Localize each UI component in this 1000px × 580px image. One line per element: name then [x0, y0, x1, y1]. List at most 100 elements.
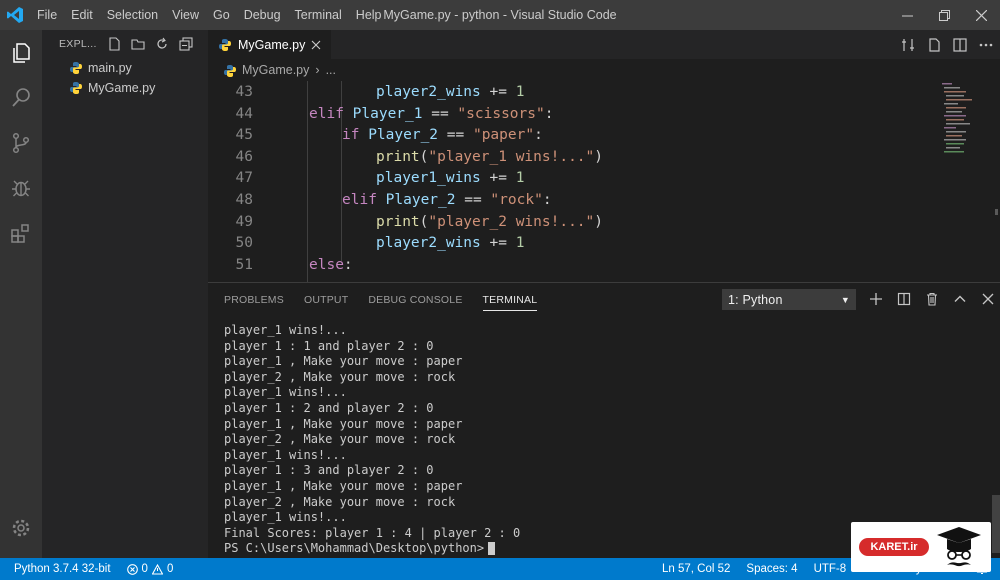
- line-number: 50: [235, 235, 253, 252]
- python-icon: [70, 82, 82, 94]
- code-editor[interactable]: 43 player2_wins += 1 44 elif Player_1 ==…: [208, 81, 1000, 282]
- code-line: 43 player2_wins += 1: [208, 82, 525, 104]
- line-number: 43: [235, 84, 253, 100]
- menu-debug[interactable]: Debug: [237, 0, 288, 30]
- warning-icon: [151, 563, 163, 575]
- new-terminal-button[interactable]: [868, 289, 884, 309]
- new-folder-icon[interactable]: [131, 37, 145, 51]
- line-text: print("player_2 wins!..."): [376, 213, 603, 230]
- terminal-select[interactable]: 1: Python ▼: [722, 289, 856, 310]
- menu-go[interactable]: Go: [206, 0, 237, 30]
- collapse-all-icon[interactable]: [179, 37, 193, 51]
- terminal-output[interactable]: player_1 wins!... player 1 : 1 and playe…: [224, 323, 520, 557]
- python-icon: [224, 64, 236, 77]
- error-icon: [126, 563, 138, 575]
- menu-edit[interactable]: Edit: [64, 0, 100, 30]
- title-bar: MyGame.py - python - Visual Studio Code …: [0, 0, 1000, 30]
- menu-selection[interactable]: Selection: [100, 0, 165, 30]
- file-item-main-py[interactable]: main.py: [42, 58, 208, 78]
- line-number: 48: [235, 192, 253, 208]
- editor-scrollbar[interactable]: [986, 81, 1000, 282]
- restore-icon: [939, 9, 950, 21]
- debug-button[interactable]: [0, 165, 42, 210]
- menu-bar: File Edit Selection View Go Debug Termin…: [30, 0, 389, 30]
- code-line: 49 print("player_2 wins!..."): [208, 212, 603, 234]
- file-item-mygame-py[interactable]: MyGame.py: [42, 78, 208, 98]
- panel-tabs: PROBLEMS OUTPUT DEBUG CONSOLE TERMINAL 1…: [208, 283, 1000, 317]
- close-icon: [982, 293, 994, 305]
- explorer-sidebar: EXPL... main.py MyGame.py: [42, 30, 208, 558]
- terminal-prompt-line: PS C:\Users\Mohammad\Desktop\python>: [224, 541, 520, 557]
- tab-terminal[interactable]: TERMINAL: [482, 290, 538, 311]
- cursor-position[interactable]: Ln 57, Col 52: [662, 563, 730, 575]
- trash-icon: [927, 292, 937, 306]
- extensions-icon: [11, 223, 29, 243]
- restore-button[interactable]: [926, 0, 963, 30]
- menu-help[interactable]: Help: [349, 0, 389, 30]
- open-preview-icon[interactable]: [926, 37, 942, 53]
- terminal-select-value: 1: Python: [728, 292, 783, 307]
- line-text: elif Player_2 == "rock":: [342, 192, 552, 208]
- window-controls: [889, 0, 1000, 30]
- problems-indicator[interactable]: 0 0: [126, 563, 173, 575]
- search-button[interactable]: [0, 75, 42, 120]
- split-icon: [897, 292, 911, 306]
- indentation[interactable]: Spaces: 4: [746, 563, 797, 575]
- menu-view[interactable]: View: [165, 0, 206, 30]
- terminal-line: player_2 , Make your move : rock: [224, 432, 456, 447]
- breadcrumb-file[interactable]: MyGame.py: [242, 63, 309, 77]
- tab-label: MyGame.py: [238, 37, 306, 52]
- minimize-icon: [902, 15, 913, 16]
- close-panel-button[interactable]: [980, 289, 996, 309]
- chevron-up-icon: [954, 295, 966, 302]
- minimize-button[interactable]: [889, 0, 926, 30]
- line-text: elif Player_1 == "scissors":: [309, 105, 554, 122]
- terminal-line: player_1 , Make your move : paper: [224, 354, 463, 369]
- editor-actions: [900, 30, 994, 59]
- line-text: if Player_2 == "paper":: [342, 127, 543, 144]
- compare-changes-icon[interactable]: [900, 37, 916, 53]
- menu-terminal[interactable]: Terminal: [288, 0, 349, 30]
- explorer-button[interactable]: [0, 30, 42, 75]
- search-icon: [12, 87, 30, 107]
- more-actions-icon[interactable]: [978, 37, 994, 53]
- code-line: 51 else:: [208, 255, 353, 277]
- chevron-down-icon: ▼: [840, 294, 850, 305]
- line-text: print("player_1 wins!..."): [376, 148, 603, 165]
- breadcrumb: MyGame.py › ...: [208, 59, 1000, 81]
- refresh-icon[interactable]: [155, 37, 169, 51]
- line-number: 46: [235, 148, 253, 165]
- code-line: 45 if Player_2 == "paper":: [208, 125, 543, 147]
- python-interpreter[interactable]: Python 3.7.4 32-bit: [14, 563, 111, 575]
- encoding[interactable]: UTF-8: [814, 563, 847, 575]
- watermark-logo: KARET.ir: [851, 522, 991, 572]
- watermark-brand: KARET.ir: [870, 541, 918, 553]
- vscode-logo-icon: [0, 0, 30, 30]
- tab-output[interactable]: OUTPUT: [304, 283, 348, 317]
- maximize-panel-button[interactable]: [952, 289, 968, 309]
- menu-file[interactable]: File: [30, 0, 64, 30]
- extensions-button[interactable]: [0, 210, 42, 255]
- files-icon: [13, 42, 30, 63]
- terminal-line: player 1 : 2 and player 2 : 0: [224, 400, 434, 415]
- split-editor-icon[interactable]: [952, 37, 968, 53]
- code-line: 46 print("player_1 wins!..."): [208, 147, 603, 169]
- new-file-icon[interactable]: [107, 37, 121, 51]
- line-number: 47: [235, 170, 253, 187]
- explorer-title: EXPL...: [59, 38, 97, 50]
- close-window-button[interactable]: [963, 0, 1000, 30]
- code-line: 44 elif Player_1 == "scissors":: [208, 104, 554, 126]
- kill-terminal-button[interactable]: [924, 289, 940, 309]
- manage-button[interactable]: [0, 505, 42, 550]
- source-control-button[interactable]: [0, 120, 42, 165]
- close-icon[interactable]: [311, 40, 321, 50]
- tab-problems[interactable]: PROBLEMS: [224, 283, 284, 317]
- terminal-line: player_1 wins!...: [224, 510, 347, 525]
- tab-debug-console[interactable]: DEBUG CONSOLE: [368, 283, 462, 317]
- debug-icon: [12, 180, 30, 196]
- terminal-scrollbar[interactable]: [992, 495, 1000, 553]
- split-terminal-button[interactable]: [896, 289, 912, 309]
- tab-mygame-py[interactable]: MyGame.py: [208, 30, 332, 59]
- minimap[interactable]: [940, 81, 986, 171]
- breadcrumb-symbol[interactable]: ...: [326, 63, 336, 77]
